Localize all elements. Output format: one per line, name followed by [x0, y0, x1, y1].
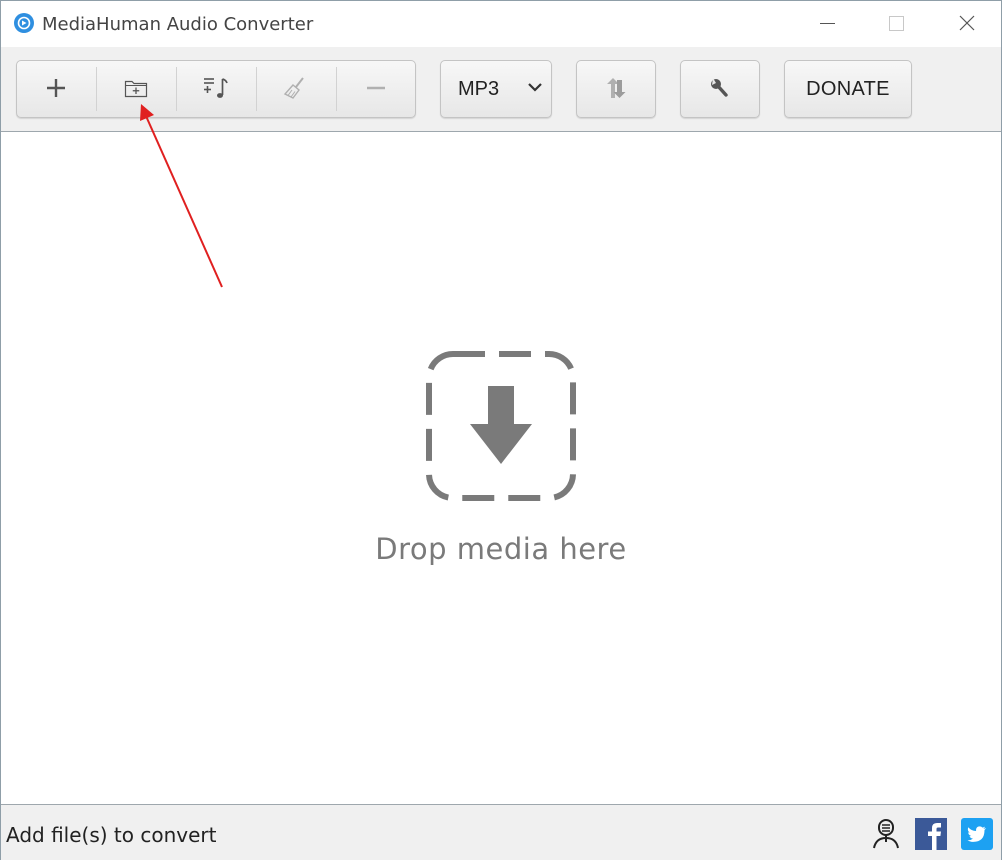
minimize-icon: [820, 23, 835, 24]
convert-button[interactable]: [576, 60, 656, 118]
broom-icon: [283, 77, 304, 99]
status-bar: Add file(s) to convert: [1, 804, 1001, 860]
toolbar: MP3 DONATE: [1, 47, 1001, 132]
close-button[interactable]: [943, 1, 989, 47]
title-bar[interactable]: MediaHuman Audio Converter: [1, 1, 1001, 47]
maximize-button[interactable]: [873, 1, 919, 47]
minimize-button[interactable]: [804, 1, 850, 47]
format-select[interactable]: MP3: [440, 60, 552, 118]
donate-label: DONATE: [806, 78, 890, 100]
drop-area[interactable]: Drop media here: [1, 132, 1001, 804]
donate-button[interactable]: DONATE: [784, 60, 912, 118]
maximize-icon: [889, 16, 904, 31]
mediahuman-logo-icon: [14, 13, 34, 33]
facebook-icon: [915, 818, 947, 850]
clear-list-button[interactable]: [257, 61, 336, 117]
settings-button[interactable]: [680, 60, 760, 118]
app-window: MediaHuman Audio Converter MP3 DONATE Dr…: [0, 0, 1002, 860]
add-folder-button[interactable]: [97, 61, 176, 117]
window-title: MediaHuman Audio Converter: [42, 14, 314, 35]
file-button-group: [16, 60, 416, 118]
music-list-icon: [204, 78, 228, 98]
twitter-icon: [961, 818, 993, 850]
twitter-button[interactable]: [961, 818, 993, 850]
add-files-button[interactable]: [17, 61, 96, 117]
close-icon: [959, 15, 975, 31]
folder-plus-icon: [124, 80, 148, 98]
status-text: Add file(s) to convert: [6, 823, 217, 847]
plus-icon: [47, 79, 65, 97]
podcast-button[interactable]: [870, 818, 902, 850]
facebook-button[interactable]: [915, 818, 947, 850]
convert-arrows-icon: [607, 78, 626, 98]
minus-icon: [367, 86, 385, 90]
add-to-itunes-button[interactable]: [177, 61, 256, 117]
download-arrow-icon: [426, 351, 576, 501]
chevron-down-icon: [528, 83, 542, 92]
remove-button[interactable]: [337, 61, 416, 117]
drop-media-text: Drop media here: [375, 532, 627, 566]
podcast-icon: [873, 819, 899, 849]
wrench-icon: [711, 78, 728, 97]
